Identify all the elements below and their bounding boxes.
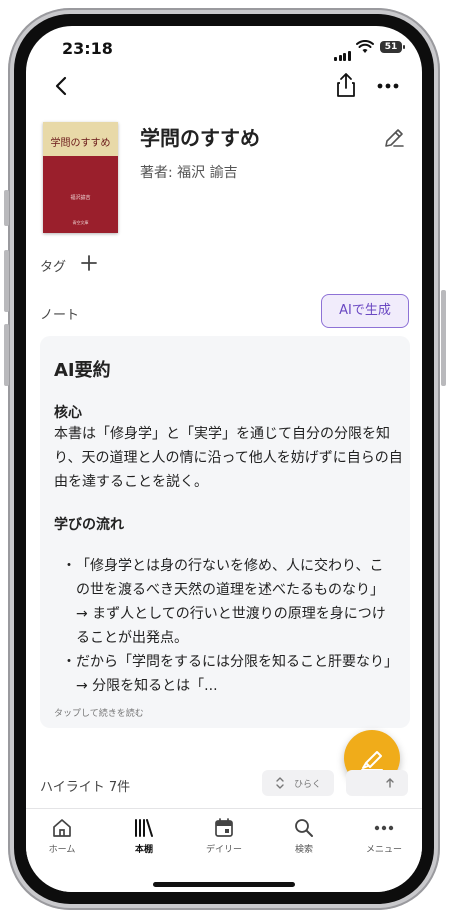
list-item: ・ 「修身学とは身の行ないを修め、人に交わり、この世を渡るべき天然の道理を述べた…: [62, 554, 392, 650]
wifi-icon: [356, 40, 374, 53]
notes-label: ノート: [40, 308, 80, 323]
calendar-icon: [215, 818, 233, 837]
status-bar: 23:18 51: [26, 26, 422, 70]
cover-title: 学問のすすめ: [50, 138, 111, 149]
book-cover: 学問のすすめ 福沢諭吉 青空文庫: [43, 122, 118, 233]
search-icon: [295, 819, 313, 837]
tab-label: デイリー: [205, 845, 242, 855]
tab-daily[interactable]: デイリー: [194, 817, 254, 857]
back-icon[interactable]: [50, 74, 74, 98]
phone-side-button: [4, 324, 9, 386]
arrow-up-icon: [386, 778, 394, 788]
tab-label: メニュー: [365, 845, 402, 855]
tab-home[interactable]: ホーム: [32, 817, 92, 857]
core-text: 本書は「修身学」と「実学」を通じて自分の分限を知り、天の道理と人の情に沿って他人…: [54, 426, 403, 490]
book-author: 著者: 福沢 諭吉: [140, 165, 238, 181]
read-more-link[interactable]: タップして続きを読む: [54, 706, 144, 719]
expand-icon: [276, 777, 284, 789]
signal-icon: [334, 42, 352, 61]
core-heading: 核心: [54, 405, 82, 421]
cover-publisher: 青空文庫: [72, 220, 89, 225]
tab-label: 検索: [294, 845, 313, 855]
screen: 23:18 51 学問のすすめ 福沢諭吉 青空文庫 学問のすすめ 著者: 福沢 …: [26, 26, 422, 892]
flow-heading: 学びの流れ: [54, 517, 124, 533]
more-icon: [374, 825, 394, 831]
phone-side-button: [441, 290, 446, 386]
battery-icon: 51: [380, 41, 405, 53]
add-tag-icon[interactable]: [78, 252, 100, 274]
bookshelf-icon: [135, 819, 153, 837]
list-item: ・ だから「学問をするには分限を知ること肝要なり」→ 分限を知るとは「...: [62, 650, 392, 698]
tab-label: ホーム: [48, 845, 76, 855]
summary-title: AI要約: [54, 360, 111, 381]
tab-menu[interactable]: メニュー: [354, 817, 414, 857]
cover-author: 福沢諭吉: [70, 195, 91, 201]
phone-side-button: [4, 250, 9, 312]
share-icon[interactable]: [334, 72, 358, 98]
ai-summary-card[interactable]: AI要約 核心 本書は「修身学」と「実学」を通じて自分の分限を知り、天の道理と人…: [40, 336, 410, 728]
phone-side-button: [4, 190, 9, 226]
home-icon: [53, 819, 71, 837]
expand-label: ひらく: [294, 780, 322, 790]
bullet-text: 「修身学とは身の行ないを修め、人に交わり、この世を渡るべき天然の道理を述べたるも…: [76, 558, 386, 646]
edit-icon[interactable]: [382, 126, 406, 150]
tags-label: タグ: [40, 260, 67, 275]
sort-button[interactable]: [346, 770, 408, 796]
expand-button[interactable]: ひらく: [262, 770, 334, 796]
ai-generate-button[interactable]: AIで生成: [321, 294, 409, 328]
tab-bar: ホーム 本棚 デイリー 検索 メニュー: [26, 808, 422, 892]
tab-bookshelf[interactable]: 本棚: [114, 817, 174, 857]
home-indicator: [153, 882, 295, 887]
highlights-label: ハイライト 7件: [40, 780, 131, 795]
tab-label: 本棚: [134, 845, 153, 855]
bullet-text: だから「学問をするには分限を知ること肝要なり」→ 分限を知るとは「...: [76, 654, 391, 694]
tab-search[interactable]: 検索: [274, 817, 334, 857]
book-title: 学問のすすめ: [140, 126, 260, 150]
status-time: 23:18: [62, 39, 113, 58]
more-icon[interactable]: [376, 82, 400, 90]
